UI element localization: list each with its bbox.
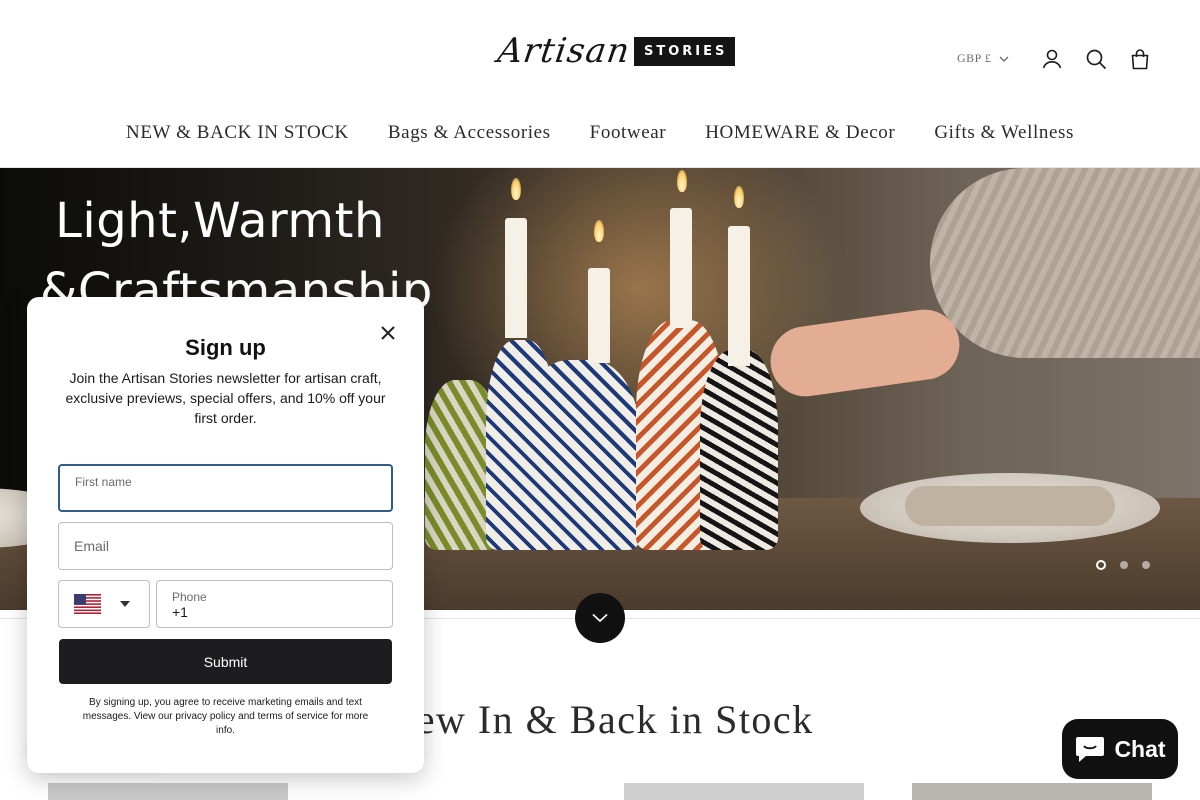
phone-label: Phone <box>172 590 207 604</box>
submit-button[interactable]: Submit <box>59 639 392 684</box>
chat-label: Chat <box>1114 735 1166 762</box>
phone-value: +1 <box>172 604 188 620</box>
nav-item-gifts-wellness[interactable]: Gifts & Wellness <box>934 122 1074 144</box>
candle <box>505 218 527 338</box>
currency-label: GBP £ <box>957 51 992 65</box>
candle <box>670 208 692 328</box>
product-card[interactable] <box>624 783 864 800</box>
first-name-label: First name <box>75 475 132 489</box>
first-name-input[interactable] <box>75 488 375 504</box>
chevron-down-icon <box>592 613 608 623</box>
site-header: Artisan STORIES GBP £ NEW & BACK IN STOC… <box>0 0 1200 168</box>
candle-holder <box>520 360 640 550</box>
signup-popup: Sign up Join the Artisan Stories newslet… <box>27 297 424 773</box>
legal-text: By signing up, you agree to receive mark… <box>82 697 369 736</box>
napkin <box>905 486 1115 526</box>
popup-description: Join the Artisan Stories newsletter for … <box>65 370 386 426</box>
currency-selector[interactable]: GBP £ <box>957 51 1009 66</box>
nav-item-homeware-decor[interactable]: HOMEWARE & Decor <box>705 122 895 144</box>
email-placeholder: Email <box>74 538 110 554</box>
logo-box-text: STORIES <box>633 36 736 66</box>
candle <box>728 226 750 366</box>
product-card[interactable] <box>912 783 1152 800</box>
flame <box>511 178 521 200</box>
nav-item-new-back-in-stock[interactable]: NEW & BACK IN STOCK <box>126 122 349 144</box>
country-code-select[interactable] <box>58 580 150 628</box>
caret-down-icon <box>120 601 130 607</box>
main-nav: NEW & BACK IN STOCK Bags & Accessories F… <box>0 122 1200 144</box>
logo[interactable]: Artisan STORIES <box>495 31 736 71</box>
search-icon[interactable] <box>1084 47 1108 71</box>
slide-indicators <box>1096 560 1150 570</box>
flame <box>594 220 604 242</box>
chevron-down-icon <box>999 56 1009 62</box>
slide-dot-1[interactable] <box>1096 560 1106 570</box>
scroll-down-button[interactable] <box>575 593 625 643</box>
product-card[interactable] <box>48 783 288 800</box>
nav-item-footwear[interactable]: Footwear <box>590 122 667 144</box>
account-icon[interactable] <box>1040 47 1064 71</box>
flame <box>734 186 744 208</box>
chat-button[interactable]: Chat <box>1062 719 1178 779</box>
chat-bubble-icon <box>1076 737 1105 762</box>
us-flag-icon <box>74 594 101 614</box>
candle <box>588 268 610 363</box>
popup-title: Sign up <box>185 335 266 360</box>
cart-icon[interactable] <box>1128 47 1152 71</box>
slide-dot-3[interactable] <box>1142 561 1150 569</box>
email-field[interactable]: Email <box>58 522 393 570</box>
candle-holder <box>700 350 778 550</box>
slide-dot-2[interactable] <box>1120 561 1128 569</box>
phone-field[interactable]: Phone +1 <box>156 580 393 628</box>
logo-script-text: Artisan <box>495 31 633 71</box>
first-name-field[interactable]: First name <box>58 464 393 512</box>
flame <box>677 170 687 192</box>
nav-item-bags-accessories[interactable]: Bags & Accessories <box>388 122 551 144</box>
sweater-sleeve <box>930 168 1200 358</box>
hero-title-line-1: Light,Warmth <box>55 193 385 249</box>
